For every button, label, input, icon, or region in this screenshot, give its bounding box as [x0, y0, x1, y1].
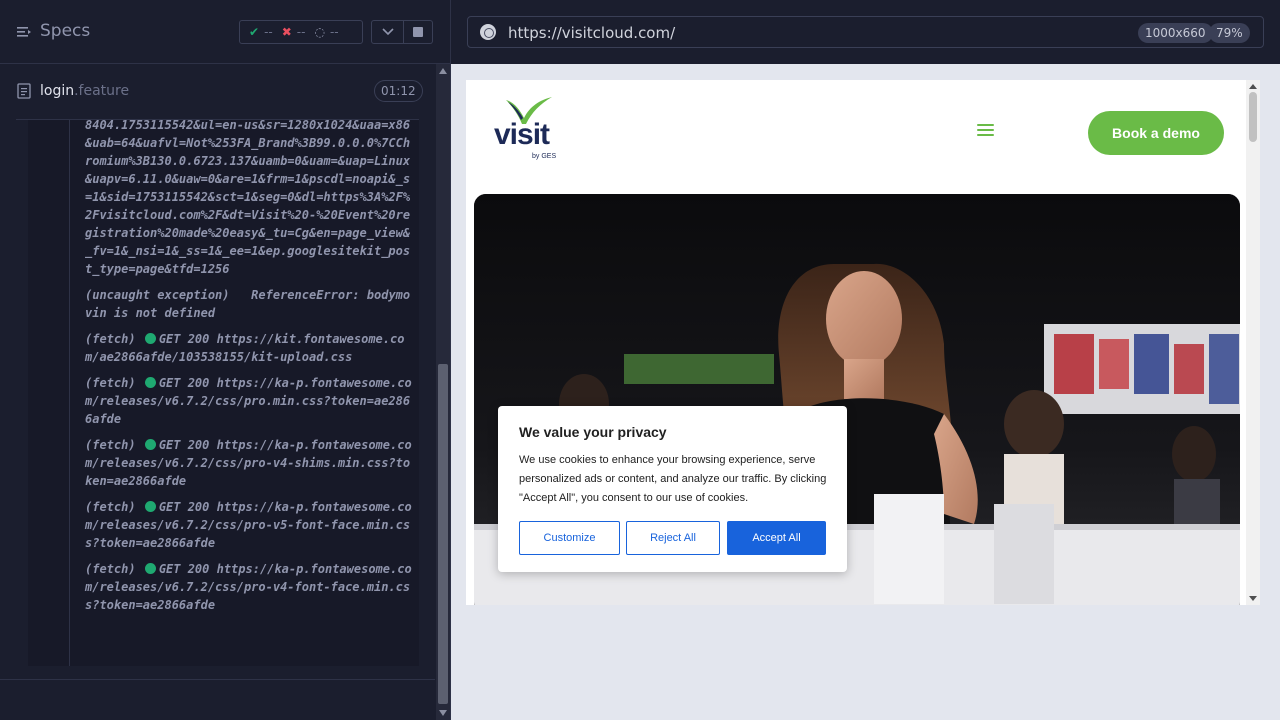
visit-logo[interactable]: visit by GES	[494, 96, 558, 164]
cookie-title: We value your privacy	[519, 424, 667, 440]
log-entry[interactable]: (fetch) GET 200 https://ka-p.fontawesome…	[85, 374, 415, 428]
spec-file-row[interactable]: login.feature 01:12	[16, 66, 423, 120]
stop-button[interactable]	[404, 20, 433, 44]
log-entry[interactable]: (fetch) GET 200 https://kit.fontawesome.…	[85, 330, 415, 366]
log-scrollbar[interactable]	[436, 64, 450, 720]
log-entry[interactable]: (fetch) GET 200 https://ka-p.fontawesome…	[85, 560, 415, 614]
spec-file-ext: .feature	[74, 83, 130, 99]
panel-divider	[0, 679, 435, 680]
options-dropdown-button[interactable]	[371, 20, 404, 44]
log-entry-type: (fetch)	[85, 562, 136, 576]
command-log: 8404.1753115542&ul=en-us&sr=1280x1024&ua…	[28, 120, 419, 666]
duration-badge: 01:12	[374, 80, 423, 102]
accept-all-button[interactable]: Accept All	[727, 521, 826, 555]
log-entry-type: (fetch)	[85, 376, 136, 390]
passed-stat: ✔ --	[249, 25, 273, 39]
zoom-badge[interactable]: 79%	[1209, 23, 1250, 43]
page-scrollbar[interactable]	[1246, 80, 1260, 605]
log-timeline-line	[69, 120, 70, 666]
failed-count: --	[296, 25, 306, 39]
log-entry-type: (fetch)	[85, 438, 136, 452]
hamburger-menu-icon[interactable]	[977, 124, 994, 137]
status-ok-icon	[144, 377, 156, 388]
log-entry-type: (fetch)	[85, 500, 136, 514]
log-entry[interactable]: (fetch) GET 200 https://ka-p.fontawesome…	[85, 436, 415, 490]
status-ok-icon	[144, 333, 156, 344]
reject-all-button[interactable]: Reject All	[626, 521, 720, 555]
pending-count: --	[329, 25, 339, 39]
reporter-panel: Specs ✔ -- ✖ -- ◌ -- login.feature 01:12…	[0, 0, 451, 720]
status-ok-icon	[144, 501, 156, 512]
url-text[interactable]: https://visitcloud.com/	[508, 24, 675, 42]
page-scroll-thumb[interactable]	[1249, 92, 1257, 142]
page-scroll-up-icon[interactable]	[1249, 84, 1257, 89]
customize-button[interactable]: Customize	[519, 521, 620, 555]
cookie-consent-dialog: We value your privacy We use cookies to …	[498, 406, 847, 572]
log-entry[interactable]: 8404.1753115542&ul=en-us&sr=1280x1024&ua…	[85, 120, 415, 278]
status-ok-icon	[144, 439, 156, 450]
app-under-test-frame: visit by GES Book a demo We value your p…	[466, 80, 1260, 605]
test-stats: ✔ -- ✖ -- ◌ --	[239, 20, 363, 44]
log-entry-type: (fetch)	[85, 332, 136, 346]
viewport-size-badge[interactable]: 1000x660	[1138, 23, 1213, 43]
specs-list-icon[interactable]	[16, 24, 32, 40]
cross-icon: ✖	[281, 25, 292, 39]
specs-title[interactable]: Specs	[40, 21, 90, 41]
log-scroll-thumb[interactable]	[438, 364, 448, 704]
scroll-up-arrow-icon[interactable]	[439, 68, 447, 74]
log-entry[interactable]: (uncaught exception) ReferenceError: bod…	[85, 286, 415, 322]
log-entry[interactable]: (fetch) GET 200 https://ka-p.fontawesome…	[85, 498, 415, 552]
cookie-description: We use cookies to enhance your browsing …	[519, 454, 827, 504]
globe-icon	[480, 24, 496, 40]
chevron-down-icon	[381, 28, 394, 36]
spinner-icon: ◌	[314, 25, 325, 39]
aut-header: https://visitcloud.com/ 1000x660 79%	[451, 0, 1280, 64]
spec-file-base: login	[40, 83, 75, 99]
logo-subtitle: by GES	[532, 153, 557, 160]
url-bar[interactable]: https://visitcloud.com/ 1000x660 79%	[467, 16, 1264, 48]
status-ok-icon	[144, 563, 156, 574]
check-icon: ✔	[249, 25, 260, 39]
page-scroll-down-icon[interactable]	[1249, 596, 1257, 601]
log-entry-text: 8404.1753115542&ul=en-us&sr=1280x1024&ua…	[85, 120, 411, 276]
scroll-down-arrow-icon[interactable]	[439, 710, 447, 716]
log-entry-type: (uncaught exception)	[85, 288, 230, 302]
stop-icon	[413, 27, 423, 37]
spec-file-name[interactable]: login.feature	[40, 83, 129, 99]
book-demo-button[interactable]: Book a demo	[1088, 111, 1224, 155]
failed-stat: ✖ --	[282, 25, 306, 39]
pending-stat: ◌ --	[314, 25, 338, 39]
log-list: 8404.1753115542&ul=en-us&sr=1280x1024&ua…	[85, 120, 415, 622]
specs-header: Specs ✔ -- ✖ -- ◌ --	[0, 0, 450, 64]
passed-count: --	[264, 25, 273, 39]
logo-wordmark: visit	[494, 118, 550, 151]
document-icon	[17, 83, 31, 99]
